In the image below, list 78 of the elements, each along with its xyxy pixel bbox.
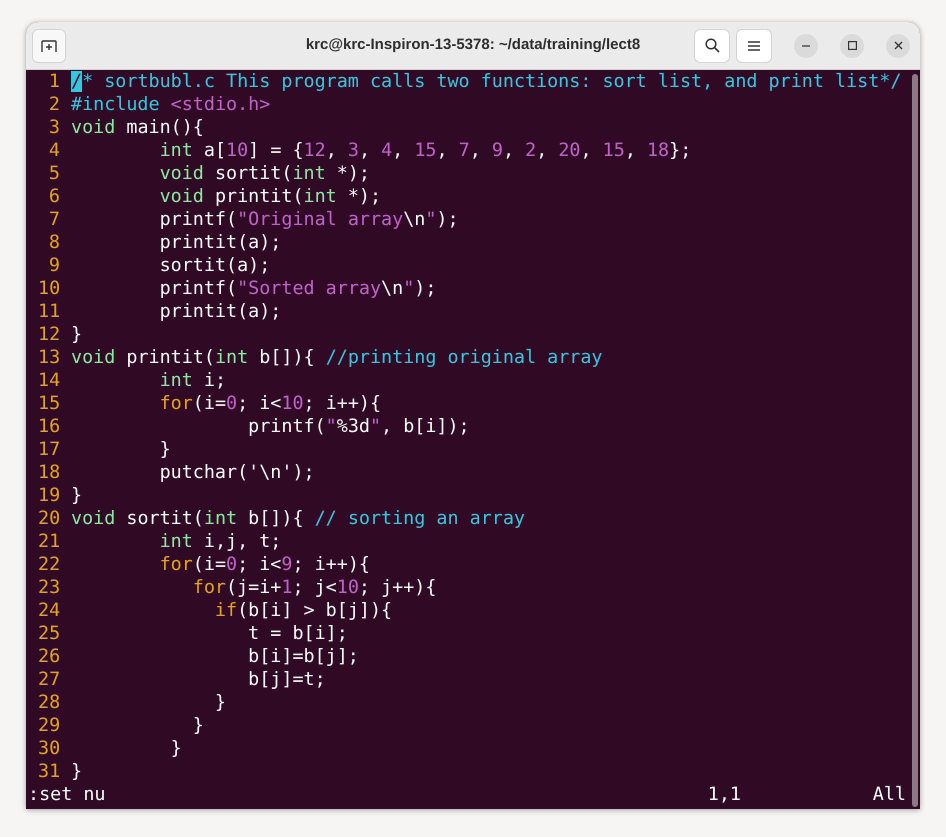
minimize-icon (802, 44, 810, 46)
close-icon (894, 41, 902, 50)
search-button[interactable] (694, 28, 730, 62)
line-number: 28 (38, 691, 60, 714)
scroll-indicator: All (872, 783, 906, 806)
line-number: 5 (48, 162, 60, 185)
code-line: } (71, 760, 82, 783)
line-number: 7 (48, 208, 60, 231)
close-button[interactable] (886, 34, 910, 58)
code-line: for(i=0; i<10; i++){ (158, 392, 382, 415)
code-line: } (170, 737, 182, 760)
line-number: 13 (38, 346, 60, 369)
line-number: 16 (38, 415, 60, 438)
code-line: t = b[i]; (247, 622, 348, 645)
code-line: sortit(a); (158, 254, 270, 277)
line-number: 18 (38, 461, 60, 484)
code-line: } (71, 323, 82, 346)
code-line: void sortit(int b[]){ // sorting an array (71, 507, 525, 530)
code-line: b[j]=t; (247, 668, 326, 691)
new-tab-icon (41, 38, 57, 52)
line-number: 3 (48, 116, 60, 139)
window-title: krc@krc-Inspiron-13-5378: ~/data/training/lect8 (306, 35, 640, 56)
menu-icon (748, 40, 760, 50)
code-line: int a[10] = {12, 3, 4, 15, 7, 9, 2, 20, 15, 18}; (158, 139, 692, 162)
line-number: 20 (38, 507, 60, 530)
code-line: printf("%3d", b[i]); (247, 415, 470, 438)
code-line: putchar('\n'); (158, 461, 315, 484)
code-line: } (158, 438, 171, 461)
code-line: int i; (158, 369, 226, 392)
new-tab-button[interactable] (32, 28, 66, 62)
code-line: int i,j, t; (158, 530, 282, 553)
command-line: :set nu (28, 783, 106, 806)
line-number: 21 (38, 530, 60, 553)
line-number: 11 (38, 300, 60, 323)
code-line: } (192, 714, 204, 737)
code-line: b[i]=b[j]; (247, 645, 359, 668)
line-number: 10 (38, 277, 60, 300)
code-line: void printit(int *); (158, 185, 382, 208)
line-number: 19 (38, 484, 60, 507)
search-icon (704, 38, 720, 53)
code-line: if(b[i] > b[j]){ (214, 599, 392, 622)
line-number: 23 (38, 576, 60, 599)
code-line: void main(){ (71, 116, 204, 139)
code-line: for(j=i+1; j<10; j++){ (192, 576, 436, 599)
code-line: printit(a); (158, 231, 282, 254)
code-line: } (214, 691, 226, 714)
code-line: printf("Sorted array\n"); (158, 277, 436, 300)
menu-button[interactable] (736, 28, 772, 62)
line-number: 30 (38, 737, 60, 760)
code-line: void printit(int b[]){ //printing original array (71, 346, 602, 369)
line-number: 29 (38, 714, 60, 737)
code-line: #include <stdio.h> (71, 93, 270, 116)
line-number: 6 (48, 185, 60, 208)
maximize-icon (848, 41, 856, 50)
maximize-button[interactable] (840, 34, 864, 58)
line-number: 9 (48, 254, 60, 277)
line-number: 8 (48, 231, 60, 254)
code-line: for(i=0; i<9; i++){ (158, 553, 370, 576)
line-number: 24 (38, 599, 60, 622)
code-line: } (71, 484, 82, 507)
line-number: 25 (38, 622, 60, 645)
line-number: 1 (48, 70, 60, 93)
code-line: printit(a); (158, 300, 282, 323)
line-number: 26 (38, 645, 60, 668)
line-number: 12 (38, 323, 60, 346)
scrollbar[interactable] (912, 74, 918, 807)
code-line: printf("Original array\n"); (158, 208, 459, 231)
code-line: void sortit(int *); (158, 162, 370, 185)
line-number: 31 (38, 760, 60, 783)
cursor-position: 1,1 (708, 783, 742, 806)
line-number: 14 (38, 369, 60, 392)
code-line: /* sortbubl.c This program calls two functions: sort list, and print list*/ (71, 70, 902, 93)
line-number: 2 (48, 93, 60, 116)
line-number: 17 (38, 438, 60, 461)
line-number: 27 (38, 668, 60, 691)
line-number: 22 (38, 553, 60, 576)
line-number: 4 (48, 139, 60, 162)
line-number: 15 (38, 392, 60, 415)
